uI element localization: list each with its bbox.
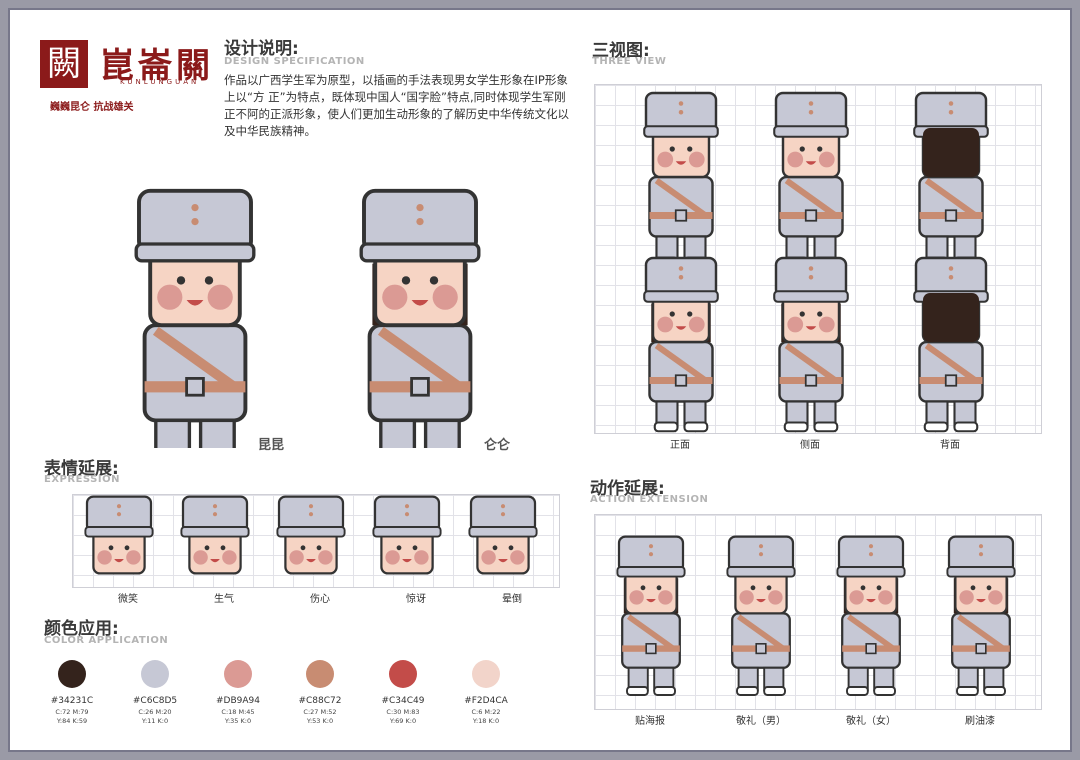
expression-label-dizzy: 晕倒	[502, 594, 522, 605]
color-cmyk-yk: Y:18 K:0	[472, 717, 500, 725]
main-characters-illustration	[134, 188, 481, 448]
logo-subtitle: KUNLUNGUAN	[120, 78, 200, 86]
color-cmyk-yk: Y:84 K:59	[56, 717, 88, 725]
action-subtitle: ACTION EXTENSION	[590, 494, 709, 505]
color-cmyk-cm: C:6 M:22	[471, 708, 501, 716]
female-character	[359, 188, 481, 448]
three-view-illustration	[643, 91, 989, 433]
female-name: 仑仑	[484, 438, 511, 453]
action-label-salute-female: 敬礼（女）	[846, 716, 896, 727]
expression-grid	[72, 494, 560, 588]
color-cmyk-yk: Y:53 K:0	[306, 717, 334, 725]
three-view-label-back: 背面	[940, 440, 960, 451]
color-cmyk-cm: C:72 M:79	[55, 708, 89, 716]
color-cmyk-cm: C:27 M:52	[303, 708, 337, 716]
color-swatch	[472, 660, 500, 688]
color-cmyk-cm: C:30 M:83	[386, 708, 420, 716]
three-view-label-front: 正面	[670, 440, 690, 451]
male-character	[134, 188, 256, 448]
color-swatch	[306, 660, 334, 688]
color-hex: #C34C49	[381, 696, 425, 706]
expression-label-smile: 微笑	[118, 594, 138, 605]
color-swatch	[389, 660, 417, 688]
color-cmyk-yk: Y:35 K:0	[224, 717, 252, 725]
color-cmyk-cm: C:18 M:45	[221, 708, 255, 716]
color-cmyk-yk: Y:11 K:0	[141, 717, 169, 725]
expression-label-angry: 生气	[214, 594, 234, 605]
design-sheet: 闕 崑崙關 KUNLUNGUAN 巍巍昆仑 抗战雄关 设计说明: DESIGN …	[8, 8, 1072, 752]
three-view-subtitle: THREE VIEW	[592, 56, 667, 67]
action-illustration	[616, 535, 1016, 709]
three-view-grid	[594, 84, 1042, 434]
color-hex: #C88C72	[298, 696, 342, 706]
action-label-painting: 刷油漆	[965, 716, 995, 727]
expression-illustration	[84, 495, 538, 575]
action-label-salute-male: 敬礼（男）	[736, 716, 786, 727]
action-grid	[594, 514, 1042, 710]
logo-mark: 闕	[40, 40, 88, 88]
expression-subtitle: EXPRESSION	[44, 474, 120, 485]
color-cmyk-yk: Y:69 K:0	[389, 717, 417, 725]
color-subtitle: COLOR APPLICATION	[44, 635, 169, 646]
color-swatch	[141, 660, 169, 688]
male-name: 昆昆	[258, 438, 285, 453]
three-view-label-side: 侧面	[800, 440, 820, 451]
color-hex: #F2D4CA	[464, 696, 508, 706]
expression-label-sad: 伤心	[310, 594, 330, 605]
logo-slogan: 巍巍昆仑 抗战雄关	[50, 102, 134, 113]
design-subtitle: DESIGN SPECIFICATION	[224, 56, 365, 67]
expression-label-surprised: 惊讶	[406, 594, 426, 605]
color-hex: #DB9A94	[216, 696, 260, 706]
color-hex: #34231C	[50, 696, 94, 706]
color-hex: #C6C8D5	[132, 696, 178, 706]
color-swatch	[224, 660, 252, 688]
color-cmyk-cm: C:26 M:20	[138, 708, 172, 716]
color-swatch	[58, 660, 86, 688]
action-label-poster: 贴海报	[635, 716, 665, 727]
design-description: 作品以广西学生军为原型，以插画的手法表现男女学生形象在IP形象上以“方 正”为特…	[224, 73, 569, 138]
